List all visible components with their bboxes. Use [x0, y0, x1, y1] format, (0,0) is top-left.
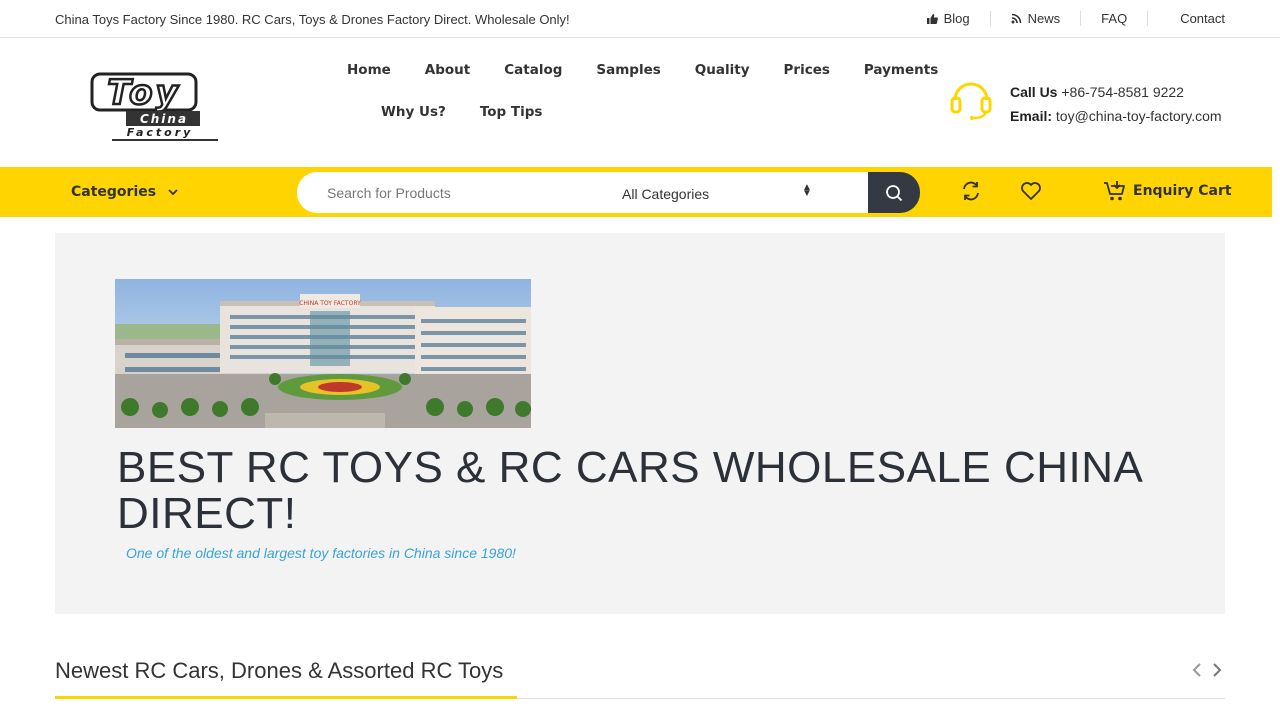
- phone-line[interactable]: Call Us +86-754-8581 9222: [1010, 80, 1280, 104]
- chevron-right-icon: [1213, 663, 1222, 677]
- email-label: Email:: [1010, 108, 1053, 124]
- carousel-prev-button[interactable]: [1192, 662, 1202, 683]
- site-logo[interactable]: Toy China Factory: [68, 56, 222, 148]
- logo-text-factory: Factory: [127, 126, 194, 139]
- hero-title: BEST RC TOYS & RC CARS WHOLESALE CHINA D…: [117, 443, 1141, 538]
- top-link-faq[interactable]: FAQ: [1080, 11, 1147, 26]
- hero-subtitle: One of the oldest and largest toy factor…: [126, 545, 516, 561]
- section-title: Newest RC Cars, Drones & Assorted RC Toy…: [55, 658, 504, 683]
- search-button[interactable]: [868, 172, 920, 213]
- nav-home[interactable]: Home: [330, 62, 408, 78]
- nav-top-tips[interactable]: Top Tips: [463, 104, 560, 120]
- rss-icon: [1011, 13, 1021, 24]
- top-link-blog[interactable]: Blog: [926, 11, 990, 26]
- section-accent-bar: [55, 696, 517, 699]
- hero-banner: CHINA TOY FACTORY BEST RC TOYS & RC CARS…: [55, 233, 1225, 614]
- phone-number: +86-754-8581 9222: [1061, 84, 1184, 100]
- nav-prices[interactable]: Prices: [767, 62, 847, 78]
- top-link-contact[interactable]: Contact: [1147, 11, 1225, 26]
- heart-icon[interactable]: [1020, 180, 1042, 202]
- search-box: Search for Products All Categories ▲ ▼: [297, 172, 869, 213]
- top-link-label: Blog: [943, 11, 970, 26]
- nav-about[interactable]: About: [408, 62, 487, 78]
- nav-samples[interactable]: Samples: [579, 62, 677, 78]
- chevron-left-icon: [1192, 663, 1201, 677]
- categories-button[interactable]: Categories: [71, 184, 178, 200]
- cart-label: Enquiry Cart: [1133, 183, 1232, 199]
- carousel-next-button[interactable]: [1212, 662, 1222, 683]
- top-link-label: News: [1027, 11, 1061, 26]
- thumbs-up-icon: [926, 13, 938, 24]
- search-bar: Categories Search for Products All Categ…: [0, 167, 1272, 217]
- search-icon: [886, 184, 903, 201]
- nav-payments[interactable]: Payments: [847, 62, 955, 78]
- tagline: China Toys Factory Since 1980. RC Cars, …: [55, 12, 570, 27]
- nav-catalog[interactable]: Catalog: [487, 62, 579, 78]
- nav-why-us[interactable]: Why Us?: [364, 104, 463, 120]
- cart-icon: [1104, 181, 1125, 201]
- categories-label: Categories: [71, 184, 157, 200]
- email-address: toy@china-toy-factory.com: [1055, 108, 1222, 124]
- enquiry-cart-button[interactable]: Enquiry Cart: [1103, 179, 1232, 203]
- top-link-news[interactable]: News: [989, 11, 1081, 26]
- factory-photo: CHINA TOY FACTORY: [115, 279, 531, 428]
- top-link-label: Contact: [1180, 11, 1225, 26]
- call-label: Call Us: [1010, 84, 1058, 100]
- nav-quality[interactable]: Quality: [678, 62, 767, 78]
- category-select[interactable]: All Categories: [622, 186, 709, 202]
- top-bar: China Toys Factory Since 1980. RC Cars, …: [0, 0, 1280, 38]
- top-links: Blog News FAQ Contact: [926, 11, 1225, 26]
- photo-sign-text: CHINA TOY FACTORY: [299, 300, 361, 307]
- chevron-down-icon: [168, 188, 178, 195]
- headset-icon: [950, 82, 992, 120]
- logo-text-main: Toy: [107, 73, 180, 113]
- select-arrows-icon: ▲ ▼: [802, 182, 812, 199]
- email-line[interactable]: Email: toy@china-toy-factory.com: [1010, 104, 1280, 128]
- logo-text-china: China: [140, 112, 188, 126]
- carousel-arrows: [1192, 662, 1232, 683]
- top-link-label: FAQ: [1101, 11, 1128, 26]
- main-nav: Home About Catalog Samples Quality Price…: [330, 62, 938, 120]
- compare-icon[interactable]: [960, 180, 982, 202]
- search-input[interactable]: Search for Products: [327, 185, 451, 201]
